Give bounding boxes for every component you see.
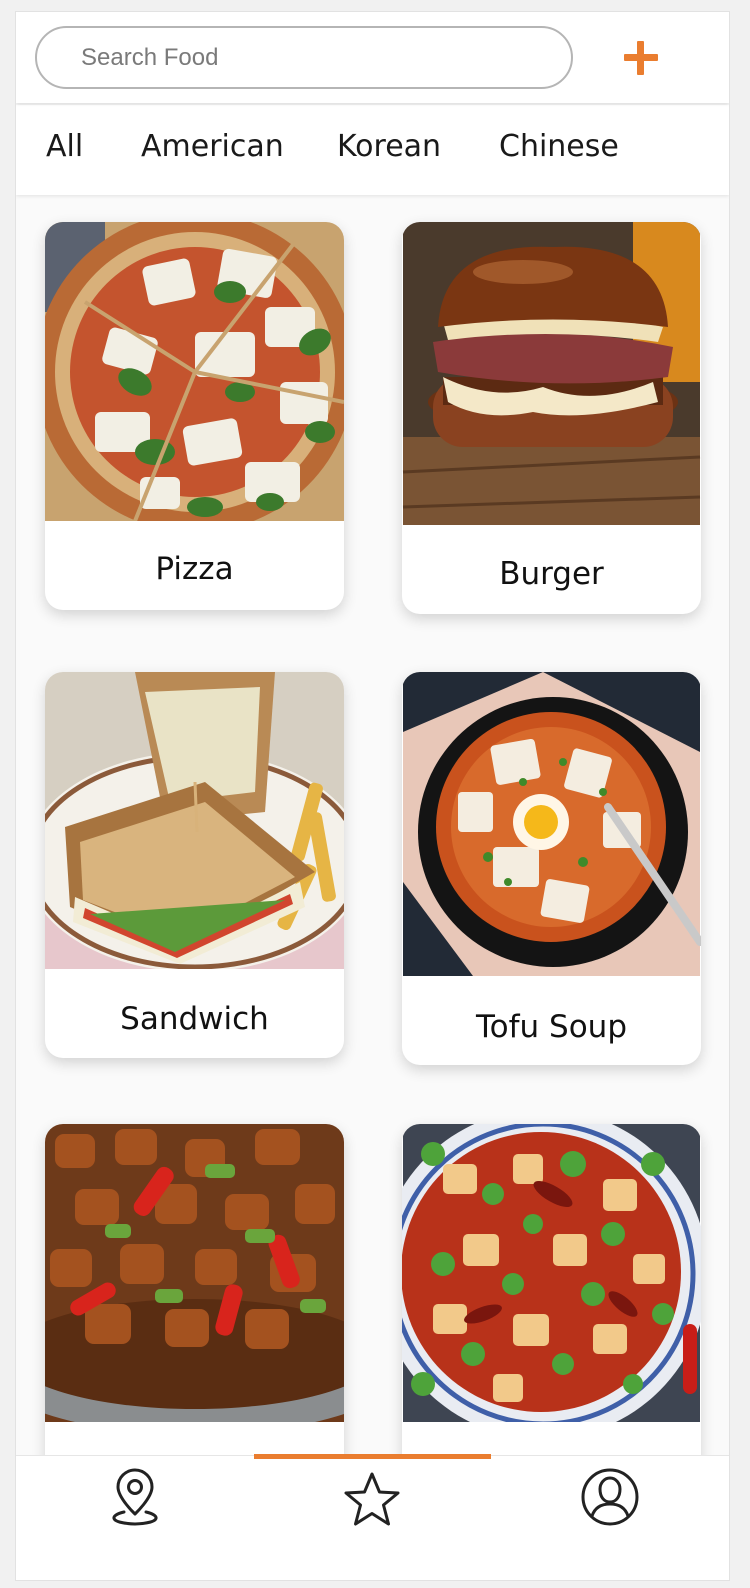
tofu-soup-photo	[403, 672, 701, 976]
top-bar	[16, 12, 729, 103]
food-card-burger[interactable]: Burger	[402, 222, 701, 614]
bottom-nav	[16, 1455, 729, 1580]
food-grid: Pizza Burger Sandwich Tofu Soup	[16, 12, 729, 1580]
tab-korean[interactable]: Korean	[337, 129, 441, 164]
app-screen: All American Korean Chinese	[15, 11, 730, 1581]
tab-all[interactable]: All	[46, 129, 83, 164]
pizza-photo	[45, 222, 344, 521]
food-card-pizza[interactable]: Pizza	[45, 222, 344, 610]
food-card-tofu-soup[interactable]: Tofu Soup	[402, 672, 701, 1065]
kung-pao-chicken-photo	[45, 1124, 344, 1422]
sandwich-photo	[45, 672, 344, 969]
food-label: Pizza	[155, 551, 234, 587]
mapo-tofu-photo	[402, 1124, 701, 1422]
tab-chinese[interactable]: Chinese	[499, 129, 619, 164]
food-label: Tofu Soup	[475, 1009, 628, 1045]
star-icon	[344, 1472, 400, 1526]
food-card-sandwich[interactable]: Sandwich	[45, 672, 344, 1058]
nav-favorites[interactable]	[342, 1470, 402, 1534]
nav-profile[interactable]	[580, 1467, 640, 1531]
food-label: Burger	[499, 556, 604, 592]
search-input[interactable]	[35, 26, 573, 89]
food-label: Sandwich	[120, 1001, 269, 1037]
profile-icon	[581, 1468, 639, 1526]
add-food-button[interactable]	[620, 36, 664, 80]
tab-american[interactable]: American	[141, 129, 284, 164]
burger-photo	[402, 222, 701, 525]
location-pin-icon	[112, 1468, 158, 1526]
category-tabs: All American Korean Chinese	[16, 105, 729, 195]
active-tab-indicator	[254, 1454, 491, 1459]
nav-location[interactable]	[104, 1468, 166, 1534]
